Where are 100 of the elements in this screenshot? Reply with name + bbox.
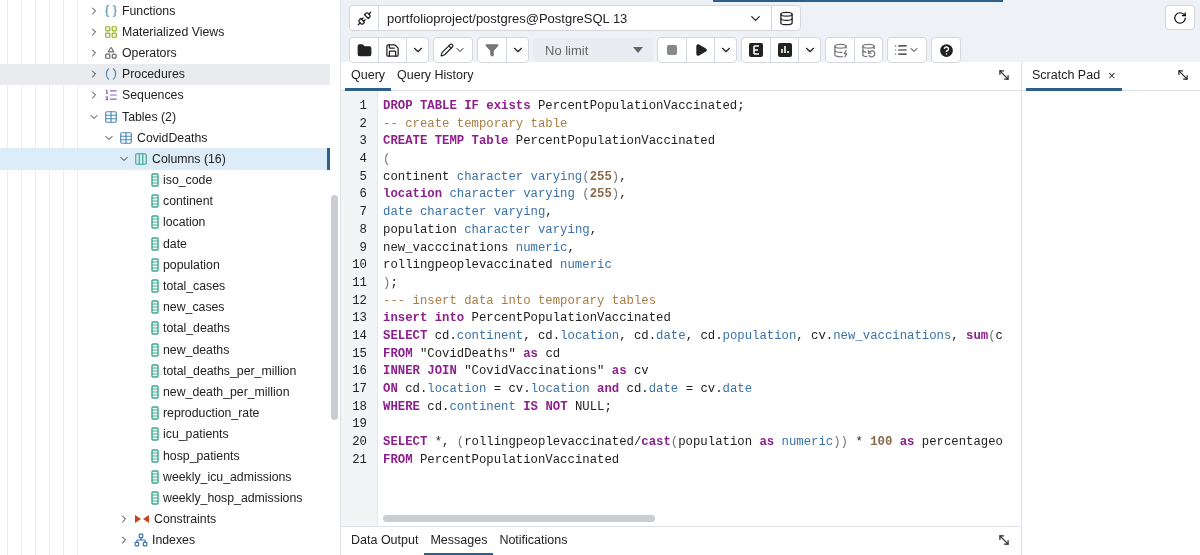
tree-item[interactable]: Operators bbox=[0, 42, 330, 64]
tree-item[interactable]: Columns (16) bbox=[0, 148, 330, 170]
code-line: population character varying, bbox=[383, 221, 599, 239]
refresh-icon bbox=[1173, 10, 1187, 25]
tree-item[interactable]: continent bbox=[0, 190, 330, 212]
line-number: 1 bbox=[358, 98, 368, 115]
shapes-icon bbox=[104, 45, 118, 60]
scrollbar[interactable] bbox=[383, 515, 655, 522]
tree-item[interactable]: total_deaths_per_million bbox=[0, 360, 330, 382]
code-line: rollingpeoplevaccinated numeric bbox=[383, 257, 613, 275]
code-line: ON cd.location = cv.location and cd.date = cv.date bbox=[383, 381, 754, 398]
tree-item[interactable]: reproduction_rate bbox=[0, 402, 330, 424]
table-icon bbox=[119, 130, 133, 145]
tree-item[interactable]: Indexes bbox=[0, 529, 330, 551]
code-line: location character varying (255), bbox=[383, 186, 628, 204]
line-number: 18 bbox=[351, 398, 368, 416]
tree-item[interactable]: Tables (2) bbox=[0, 105, 330, 128]
code-line: WHERE cd.continent IS NOT NULL; bbox=[383, 398, 613, 416]
tree-item[interactable]: Procedures bbox=[0, 63, 330, 85]
tab[interactable]: Messages bbox=[424, 527, 494, 555]
tree-item[interactable]: Functions bbox=[0, 0, 330, 22]
tree-item[interactable]: new_cases bbox=[0, 296, 330, 318]
tab[interactable]: Notifications bbox=[493, 527, 574, 555]
tab[interactable]: Query History bbox=[391, 62, 480, 91]
line-number: 20 bbox=[351, 434, 368, 452]
tree-item[interactable]: icu_patients bbox=[0, 423, 330, 445]
line-number: 8 bbox=[358, 221, 368, 239]
tree-item[interactable]: population bbox=[0, 254, 330, 276]
braces-icon bbox=[104, 3, 118, 18]
line-number: 5 bbox=[358, 168, 368, 186]
tab[interactable]: Data Output bbox=[345, 527, 425, 555]
line-number: 6 bbox=[358, 186, 368, 204]
column-icon bbox=[151, 363, 159, 378]
database-icon bbox=[778, 10, 794, 26]
help-button[interactable] bbox=[931, 37, 961, 63]
code-line: SELECT *, (rollingpeoplevaccinated/cast(population as numeric)) * 100 as percentageo bbox=[383, 434, 1004, 452]
tree-item[interactable]: Materialized Views bbox=[0, 21, 330, 43]
connection-select[interactable]: portfolioproject/postgres@PostgreSQL 13 bbox=[349, 5, 801, 31]
play-icon bbox=[693, 43, 708, 57]
column-icon bbox=[151, 173, 159, 188]
line-number: 16 bbox=[351, 363, 368, 381]
scrollbar[interactable] bbox=[331, 195, 338, 420]
code-line: continent character varying(255), bbox=[383, 168, 628, 186]
code-line: insert into PercentPopulationVaccinated bbox=[383, 310, 672, 328]
columns-icon bbox=[134, 151, 148, 166]
column-icon bbox=[151, 448, 159, 463]
parentheses-icon bbox=[104, 67, 118, 82]
tree-item[interactable]: total_deaths bbox=[0, 317, 330, 339]
folder-icon bbox=[356, 42, 372, 58]
database-icon bbox=[832, 42, 848, 58]
help-icon bbox=[937, 41, 955, 59]
code-line: -- create temporary table bbox=[383, 115, 569, 133]
line-number: 11 bbox=[351, 274, 368, 292]
line-number: 13 bbox=[351, 310, 368, 328]
tree-item[interactable]: CovidDeaths bbox=[0, 127, 330, 149]
tree-item[interactable]: Sequences bbox=[0, 84, 330, 106]
tree-item[interactable]: hosp_patients bbox=[0, 444, 330, 467]
column-icon bbox=[151, 469, 159, 484]
code-line: CREATE TEMP Table PercentPopulationVaccinated bbox=[383, 133, 717, 151]
code-line: DROP TABLE IF exists PercentPopulationVaccinated; bbox=[383, 98, 746, 115]
tree-item[interactable]: new_deaths bbox=[0, 339, 330, 361]
line-number: 2 bbox=[358, 115, 368, 133]
expand-icon[interactable] bbox=[997, 68, 1011, 82]
tree-item[interactable]: location bbox=[0, 211, 330, 234]
tree-item[interactable]: Constraints bbox=[0, 508, 330, 530]
database-icon bbox=[861, 42, 876, 58]
line-number: 17 bbox=[351, 381, 368, 398]
expand-icon[interactable] bbox=[997, 533, 1011, 547]
explain-icon bbox=[749, 43, 763, 57]
pencil-icon bbox=[440, 43, 454, 57]
code-line: SELECT cd.continent, cd.location, cd.date, cd.population, cv.new_vaccinations, sum(c bbox=[383, 327, 1004, 345]
refresh-button[interactable] bbox=[1165, 5, 1195, 30]
column-icon bbox=[151, 321, 159, 336]
caret-icon bbox=[633, 47, 643, 53]
list-icon bbox=[894, 43, 908, 57]
column-icon bbox=[151, 279, 159, 294]
edit-button[interactable] bbox=[433, 37, 473, 63]
tab-label: Scratch Pad bbox=[1032, 68, 1101, 82]
tree-item[interactable]: weekly_hosp_admissions bbox=[0, 487, 330, 509]
code-line: INNER JOIN "CovidVaccinations" as cv bbox=[383, 363, 650, 381]
tree-item[interactable]: new_death_per_million bbox=[0, 381, 330, 403]
line-number: 10 bbox=[351, 257, 368, 275]
line-number: 19 bbox=[351, 416, 368, 434]
column-icon bbox=[151, 194, 159, 209]
close-button[interactable]: × bbox=[1108, 67, 1116, 83]
tree-item[interactable]: weekly_icu_admissions bbox=[0, 466, 330, 488]
limit-select[interactable]: No limit bbox=[533, 38, 653, 62]
index-icon bbox=[134, 533, 148, 548]
line-number: 14 bbox=[351, 327, 368, 345]
column-icon bbox=[151, 257, 159, 272]
tree-item[interactable]: iso_code bbox=[0, 169, 330, 191]
line-number: 12 bbox=[351, 292, 368, 310]
tree-item[interactable]: total_cases bbox=[0, 275, 330, 297]
tree-item[interactable]: date bbox=[0, 233, 330, 255]
code-line: new_vacccinations numeric, bbox=[383, 239, 576, 257]
tab[interactable]: Scratch Pad × bbox=[1026, 62, 1122, 91]
line-number: 3 bbox=[358, 133, 368, 151]
stop-icon bbox=[666, 44, 678, 56]
code-line: FROM PercentPopulationVaccinated bbox=[383, 451, 621, 469]
expand-icon[interactable] bbox=[1176, 68, 1190, 82]
